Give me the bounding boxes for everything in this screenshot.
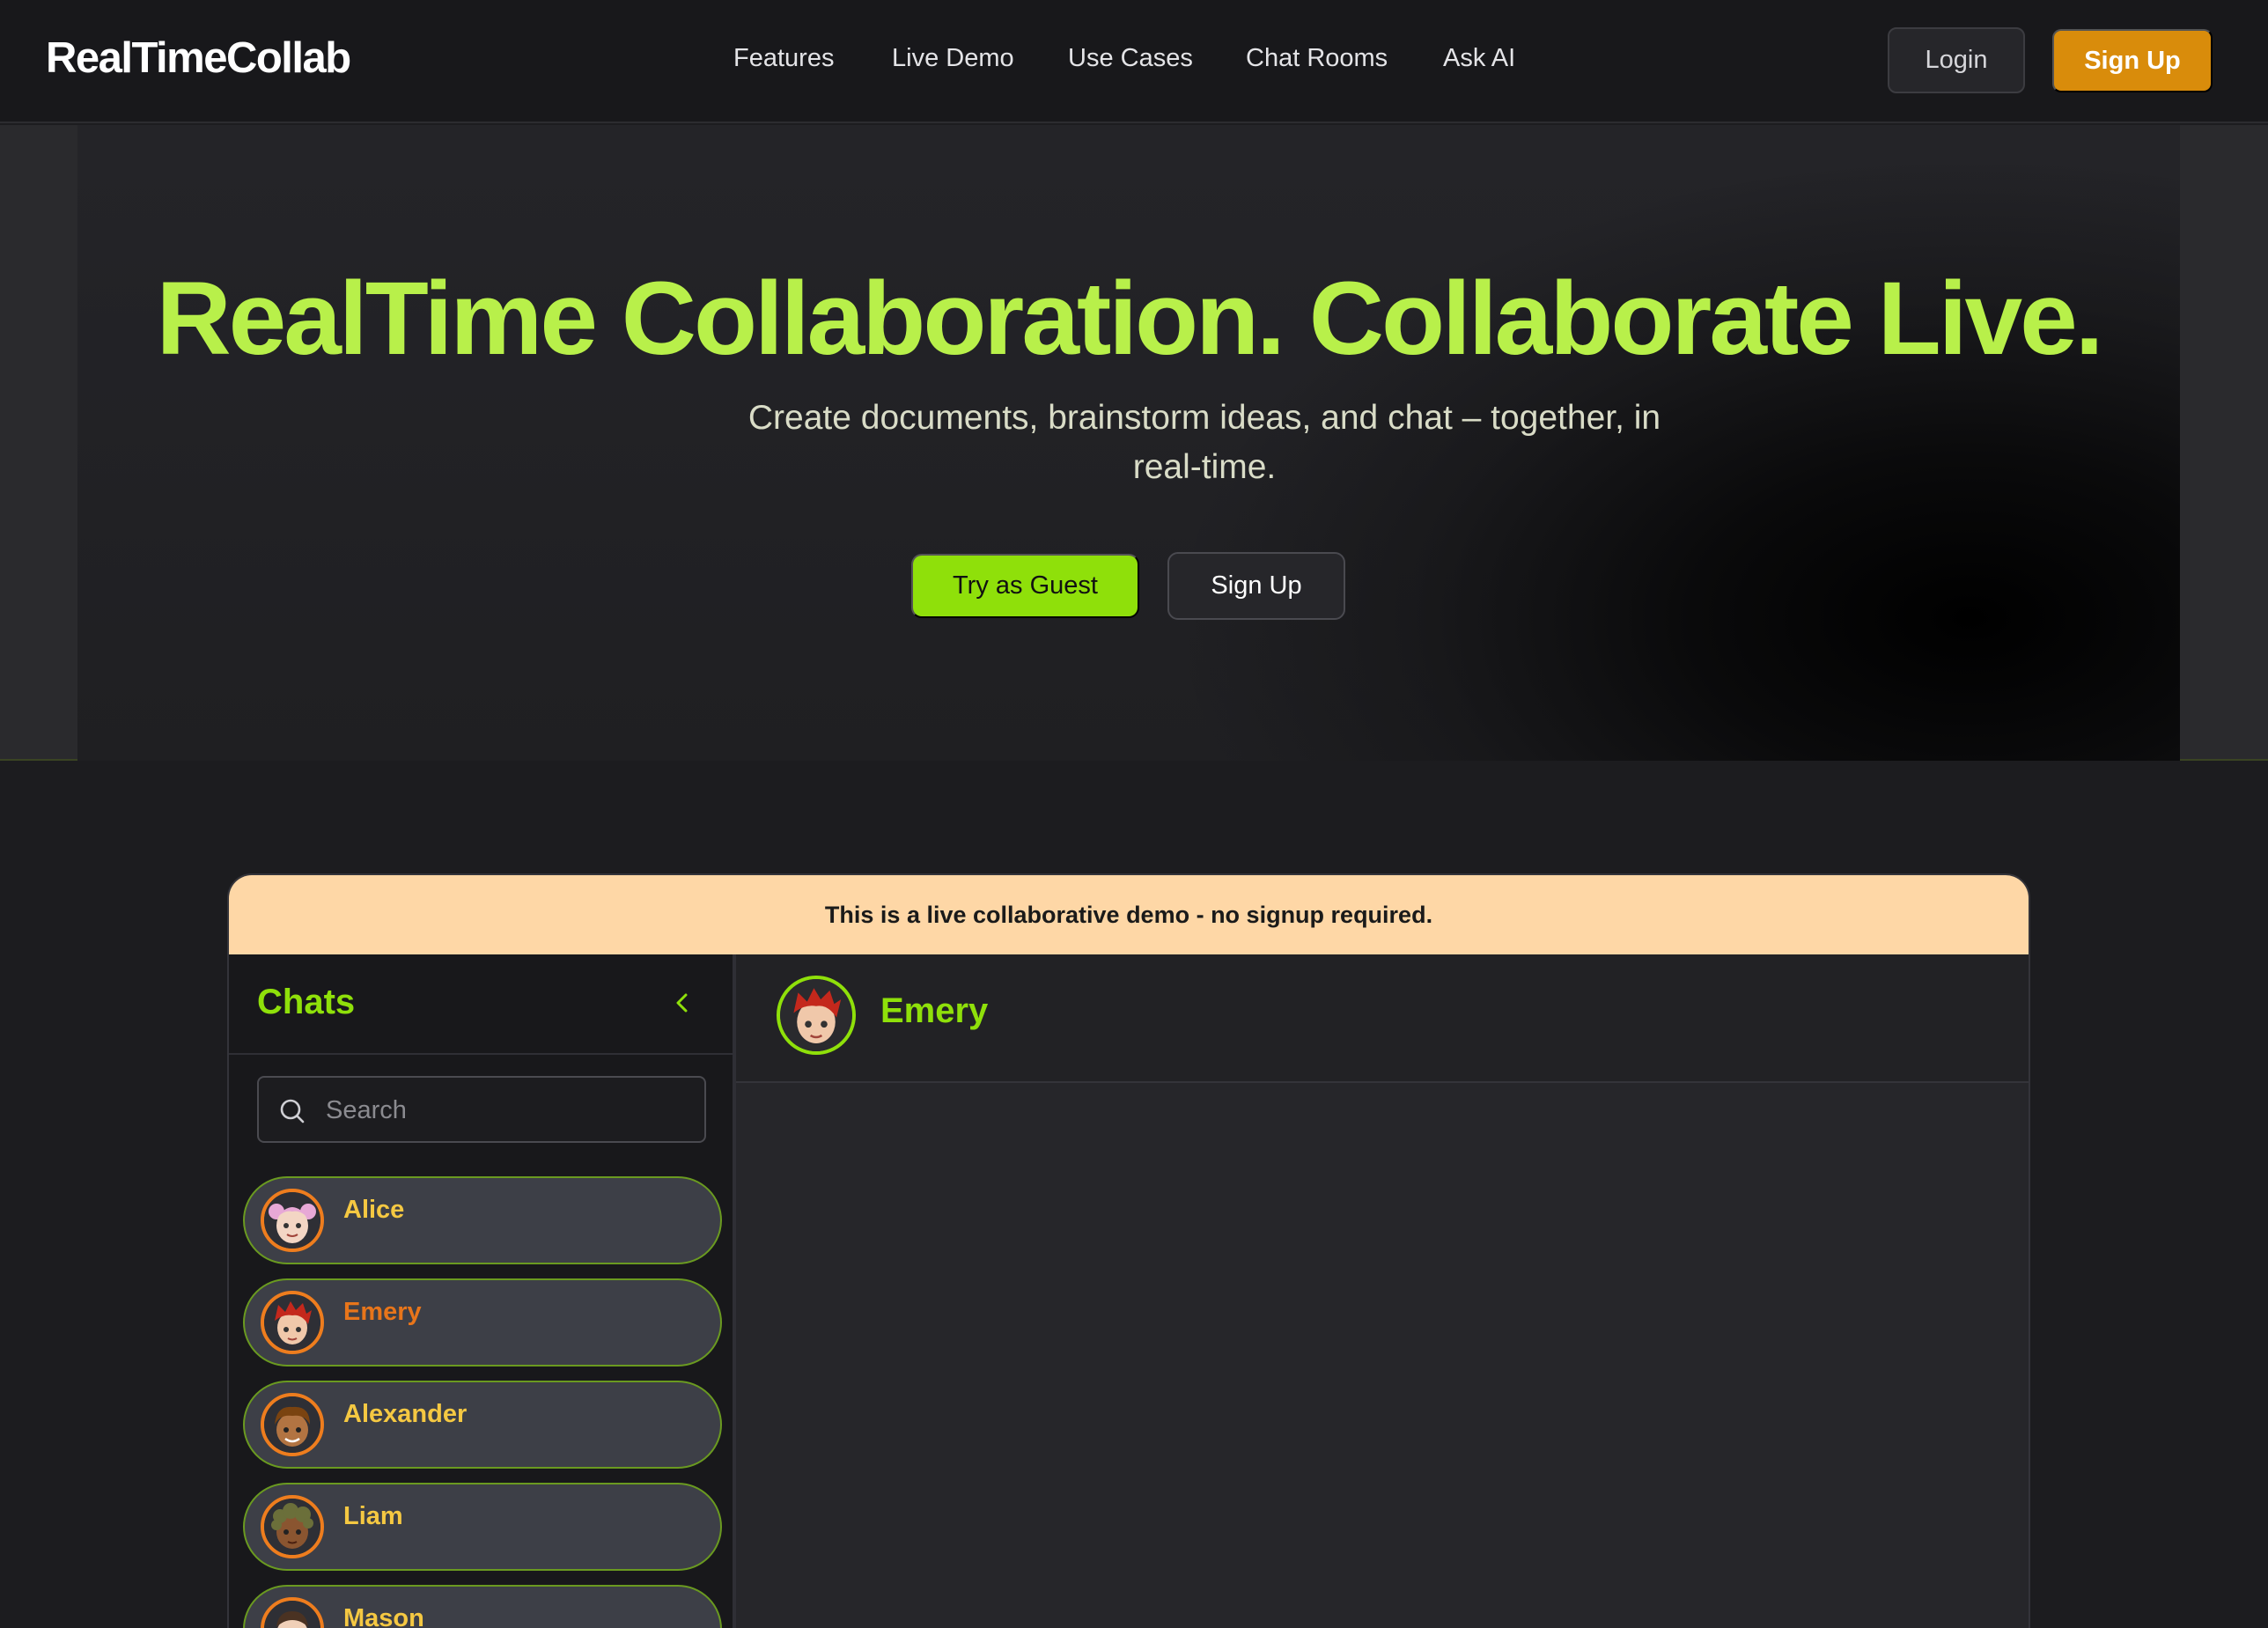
demo-banner: This is a live collaborative demo - no s… [229,875,2029,954]
collapse-sidebar-button[interactable] [667,988,697,1018]
hero-panel: RealTime Collaboration. Collaborate Live… [77,125,2180,761]
login-button[interactable]: Login [1888,27,2025,93]
chat-item-alice[interactable]: Alice [243,1176,722,1264]
signup-button[interactable]: Sign Up [2052,29,2213,92]
sidebar-title: Chats [257,983,356,1021]
top-navigation-bar: RealTimeCollab Features Live Demo Use Ca… [0,0,2268,123]
chat-item-name: Liam [343,1502,403,1530]
chat-header: Emery [736,954,2029,1083]
nav-link-live-demo[interactable]: Live Demo [892,44,1014,73]
brand-logo[interactable]: RealTimeCollab [46,33,351,83]
chat-main-panel: Emery [736,954,2029,1628]
search-box [257,1076,706,1143]
chat-item-emery[interactable]: Emery [243,1278,722,1366]
chat-item-liam[interactable]: Liam [243,1483,722,1571]
active-chat-name: Emery [880,991,989,1030]
chat-item-name: Mason [343,1604,424,1628]
emery-avatar [777,976,856,1055]
nav-link-features[interactable]: Features [733,44,834,73]
nav-link-chat-rooms[interactable]: Chat Rooms [1246,44,1388,73]
live-demo-window: This is a live collaborative demo - no s… [227,873,2030,1628]
try-as-guest-button[interactable]: Try as Guest [911,554,1139,618]
mason-avatar [261,1597,324,1628]
hero-subtitle: Create documents, brainstorm ideas, and … [632,394,1777,492]
emery-avatar [261,1291,324,1354]
chat-item-mason[interactable]: Mason [243,1585,722,1628]
hero-title: RealTime Collaboration. Collaborate Live… [156,261,2103,377]
chevron-left-icon [676,993,688,1013]
chat-item-alexander[interactable]: Alexander [243,1381,722,1469]
alice-avatar [261,1189,324,1252]
sidebar-header: Chats [229,954,733,1055]
hero-subtitle-line-1: Create documents, brainstorm ideas, and … [747,399,1661,437]
chat-item-name: Emery [343,1298,422,1326]
nav-link-use-cases[interactable]: Use Cases [1068,44,1193,73]
search-input[interactable] [326,1090,678,1131]
hero-signup-button[interactable]: Sign Up [1167,552,1345,620]
chat-sidebar: Chats Search Alice Emery Alexander Liam … [229,954,736,1628]
nav-link-ask-ai[interactable]: Ask AI [1443,44,1515,73]
alexander-avatar [261,1393,324,1456]
hero-section: RealTime Collaboration. Collaborate Live… [0,125,2268,761]
search-icon [278,1097,306,1125]
chat-item-name: Alice [343,1196,405,1224]
liam-avatar [261,1495,324,1558]
chat-item-name: Alexander [343,1400,468,1428]
message-area [736,1085,2029,1628]
hero-subtitle-line-2: real-time. [1132,448,1277,486]
